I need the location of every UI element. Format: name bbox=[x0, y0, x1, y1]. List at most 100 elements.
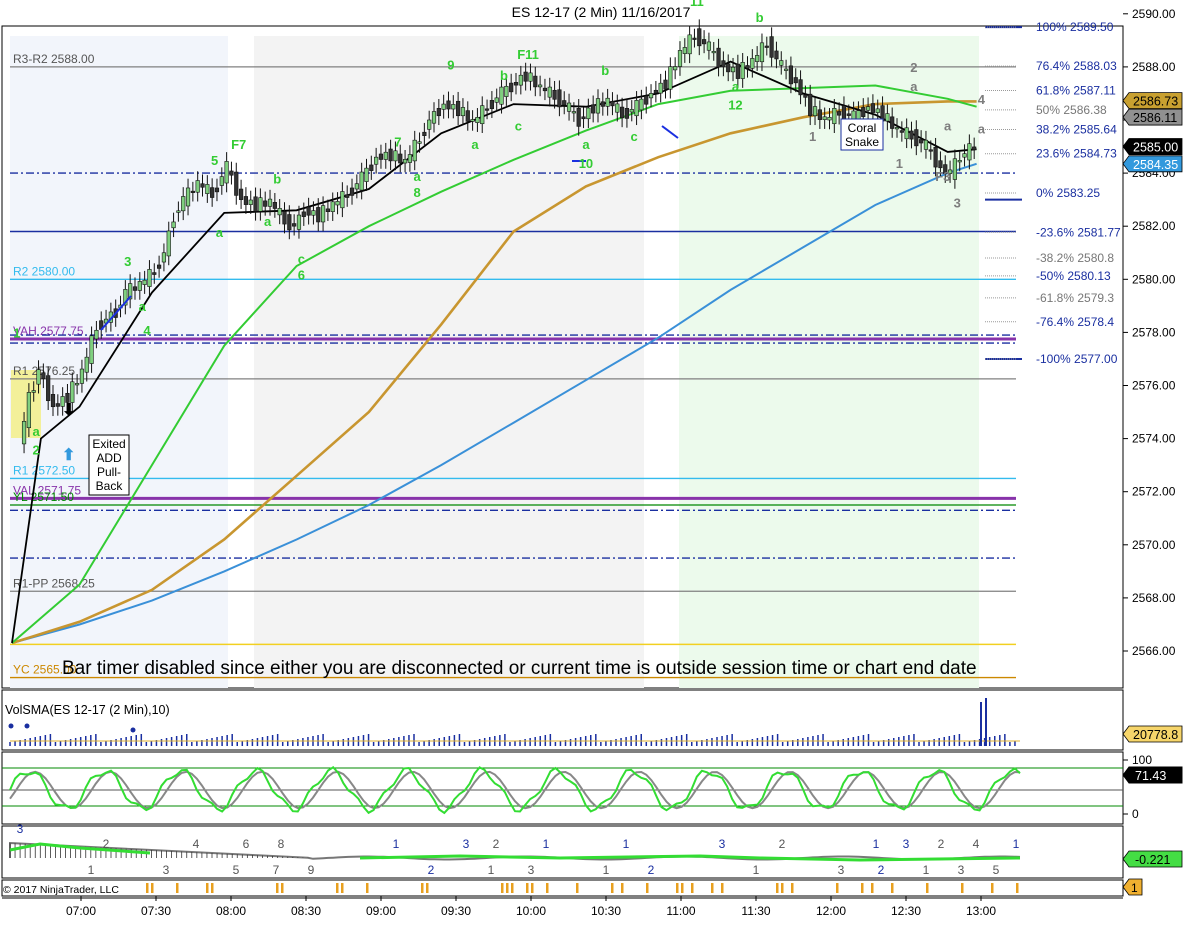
wave-label: 2 bbox=[910, 60, 917, 75]
wave-label: 4 bbox=[143, 323, 151, 338]
marker-tick bbox=[691, 883, 694, 893]
candle-body bbox=[190, 190, 195, 193]
candle-body bbox=[422, 131, 427, 136]
y-tick-label: 2570.00 bbox=[1132, 538, 1176, 552]
candle-body bbox=[750, 58, 755, 69]
histogram-label: 2 bbox=[648, 863, 655, 877]
candle-body bbox=[904, 127, 909, 140]
histogram-label: 5 bbox=[993, 863, 1000, 877]
candle-body bbox=[837, 111, 842, 116]
candle-body bbox=[171, 221, 176, 229]
candle-body bbox=[181, 196, 186, 212]
candle-body bbox=[779, 60, 784, 66]
fib-label: -76.4% 2578.4 bbox=[1036, 315, 1114, 329]
marker-tick bbox=[676, 883, 679, 893]
annotation-text: Snake bbox=[845, 135, 879, 149]
candle-body bbox=[586, 107, 591, 120]
candle-body bbox=[253, 196, 258, 212]
candle-body bbox=[431, 111, 437, 124]
wave-label: 5 bbox=[211, 153, 218, 168]
candle-body bbox=[817, 109, 822, 120]
wave-label: a bbox=[32, 424, 40, 439]
y-tick-label: 2580.00 bbox=[1132, 272, 1176, 286]
candle-body bbox=[967, 143, 972, 161]
candle-body bbox=[214, 187, 220, 193]
candle-body bbox=[547, 86, 552, 98]
marker-tick bbox=[621, 883, 624, 893]
x-tick-label: 12:00 bbox=[816, 904, 846, 918]
wave-label: c bbox=[631, 129, 638, 144]
candle-body bbox=[412, 139, 417, 162]
histogram-label: 3 bbox=[528, 863, 535, 877]
candle-body bbox=[735, 63, 740, 79]
marker-tick bbox=[681, 883, 684, 893]
candle-body bbox=[393, 150, 398, 162]
oscillator-panel-frame bbox=[1, 751, 1124, 825]
x-tick-label: 11:00 bbox=[666, 904, 695, 918]
candle-body bbox=[542, 87, 548, 92]
histogram-label: 1 bbox=[603, 863, 610, 877]
marker-tick bbox=[646, 883, 649, 893]
candle-body bbox=[566, 102, 572, 112]
candle-body bbox=[648, 93, 654, 99]
candle-body bbox=[152, 272, 157, 275]
candle-body bbox=[325, 208, 331, 212]
candle-body bbox=[446, 100, 451, 110]
candle-body bbox=[46, 375, 51, 402]
wave-label: b bbox=[756, 10, 764, 25]
candle-body bbox=[899, 130, 904, 133]
candle-body bbox=[841, 105, 847, 121]
marker-tick bbox=[176, 883, 179, 893]
histogram-label: 3 bbox=[17, 822, 24, 836]
chart-canvas[interactable]: R3-R2 2588.00 R2 2580.00 VAH 2577.75 R1 257… bbox=[0, 0, 1202, 952]
histogram-label: 1 bbox=[393, 837, 400, 851]
histogram-label: 1 bbox=[1013, 837, 1020, 851]
volume-spike-dot bbox=[8, 723, 14, 729]
marker-tick bbox=[926, 883, 929, 893]
candle-body bbox=[166, 230, 171, 257]
volume-spike-dot bbox=[130, 727, 136, 733]
candle-body bbox=[229, 170, 234, 176]
candle-body bbox=[378, 153, 384, 160]
candle-body bbox=[764, 45, 769, 48]
wave-label: a bbox=[732, 79, 740, 94]
y-tick-label: 2582.00 bbox=[1132, 219, 1176, 233]
candle-body bbox=[132, 286, 138, 291]
histogram-label: 1 bbox=[623, 837, 630, 851]
candle-body bbox=[518, 74, 523, 86]
level-label: VAH 2577.75 bbox=[13, 324, 84, 338]
candle-body bbox=[571, 111, 576, 114]
candle-body bbox=[205, 184, 210, 194]
wave-label: a bbox=[582, 137, 590, 152]
candle-body bbox=[692, 37, 697, 40]
candle-body bbox=[952, 158, 957, 180]
wave-label: 8 bbox=[414, 185, 421, 200]
candle-body bbox=[248, 199, 253, 205]
histogram-label: 8 bbox=[278, 837, 285, 851]
candle-body bbox=[200, 183, 205, 188]
candle-body bbox=[176, 210, 181, 213]
wave-label: b bbox=[601, 63, 609, 78]
candle-body bbox=[793, 77, 798, 84]
wave-label: 4 bbox=[978, 92, 986, 107]
marker-badge-label: 1 bbox=[1131, 881, 1138, 895]
candle-body bbox=[484, 108, 490, 111]
marker-tick bbox=[1016, 883, 1019, 893]
candle-body bbox=[359, 171, 364, 191]
candle-body bbox=[957, 160, 962, 163]
fib-label: 76.4% 2588.03 bbox=[1036, 59, 1117, 73]
candle-body bbox=[263, 200, 268, 207]
y-tick-label: 2566.00 bbox=[1132, 644, 1176, 658]
candle-body bbox=[292, 223, 297, 227]
fib-label: 23.6% 2584.73 bbox=[1036, 147, 1117, 161]
candle-body bbox=[658, 82, 663, 94]
candle-body bbox=[644, 95, 649, 105]
candle-body bbox=[277, 208, 282, 216]
candle-body bbox=[364, 167, 369, 182]
candle-body bbox=[755, 55, 760, 62]
candle-body bbox=[730, 66, 736, 73]
wave-label: a bbox=[414, 169, 422, 184]
candle-body bbox=[938, 160, 943, 169]
level-label: R2 2580.00 bbox=[13, 264, 75, 278]
candle-body bbox=[436, 108, 441, 117]
